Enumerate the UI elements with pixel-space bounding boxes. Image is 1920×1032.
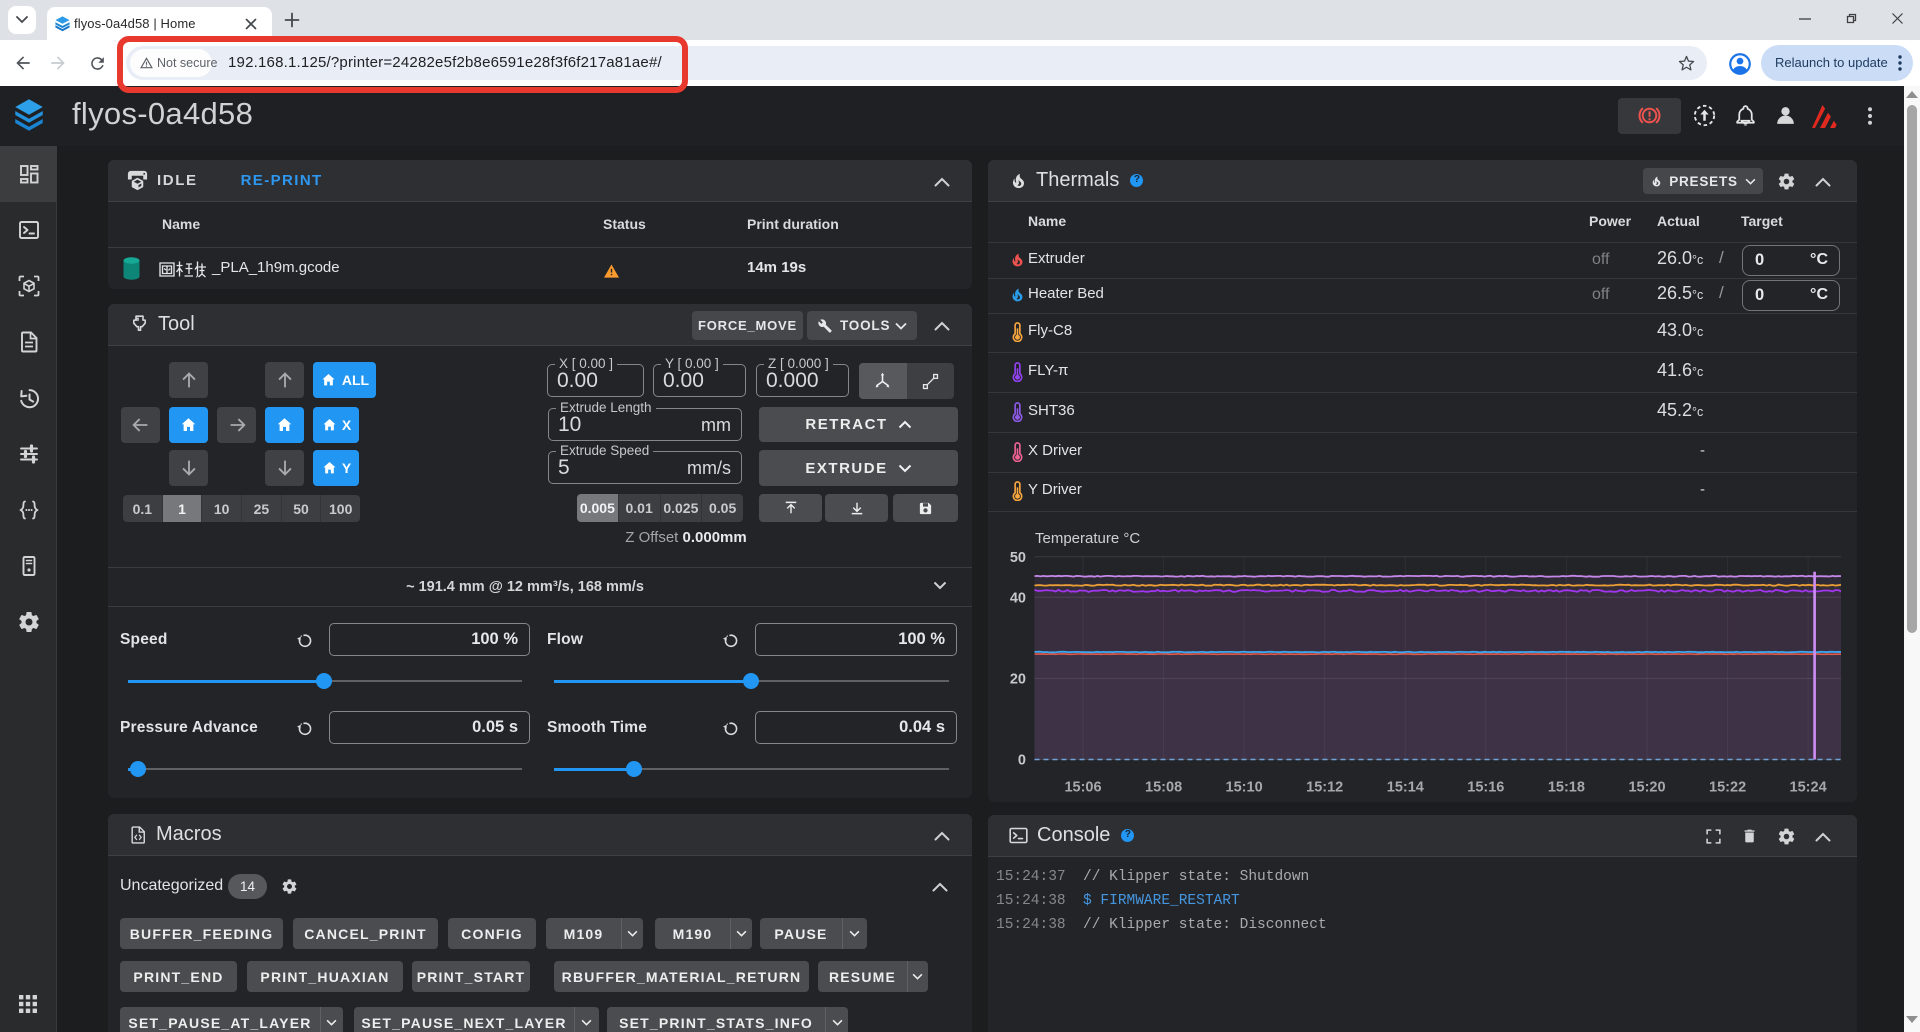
svg-text:40: 40 [1010,590,1026,606]
svg-text:0: 0 [1018,753,1026,769]
svg-text:15:20: 15:20 [1628,780,1665,796]
svg-text:15:14: 15:14 [1387,780,1424,796]
svg-text:15:10: 15:10 [1226,780,1263,796]
svg-text:50: 50 [1010,550,1026,566]
svg-text:15:22: 15:22 [1709,780,1746,796]
svg-text:15:06: 15:06 [1064,780,1101,796]
svg-text:15:16: 15:16 [1467,780,1504,796]
svg-text:15:24: 15:24 [1790,780,1827,796]
svg-text:15:08: 15:08 [1145,780,1182,796]
svg-text:15:12: 15:12 [1306,780,1343,796]
svg-text:20: 20 [1010,671,1026,687]
svg-text:Temperature °C: Temperature °C [1035,530,1140,547]
svg-text:15:18: 15:18 [1548,780,1585,796]
